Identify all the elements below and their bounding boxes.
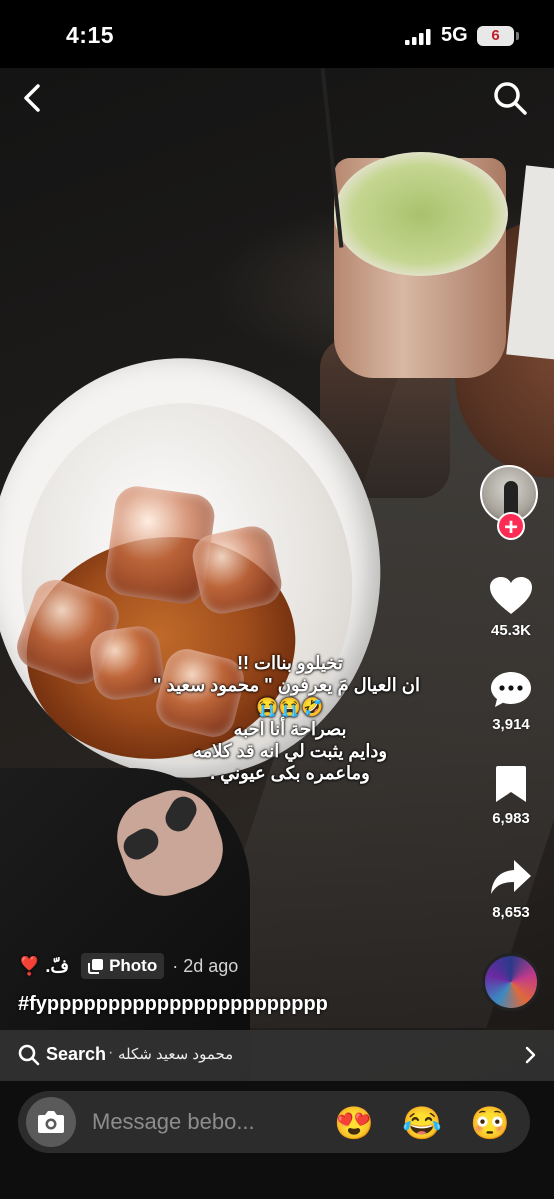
back-icon[interactable] bbox=[16, 82, 48, 114]
chevron-right-icon bbox=[525, 1046, 536, 1064]
caption-line: 🤣😭😭 bbox=[256, 697, 324, 717]
like-count: 45.3K bbox=[490, 622, 532, 639]
photo-badge: Photo bbox=[81, 953, 165, 979]
music-disc[interactable] bbox=[482, 953, 540, 1011]
caption-line: تخيلوو بناات !! bbox=[237, 653, 343, 673]
caption-line: ان العيال مَ يعرفون " محمود سعيد " bbox=[153, 675, 420, 695]
signal-icon bbox=[405, 29, 431, 45]
photo-badge-label: Photo bbox=[109, 956, 158, 975]
photo-icon bbox=[88, 959, 104, 974]
like-button[interactable]: 45.3K bbox=[476, 576, 546, 639]
status-bar: 4:15 5G 6 bbox=[0, 0, 554, 68]
hashtag-link[interactable]: #fyppppppppppppppppppppppp bbox=[18, 993, 328, 1016]
search-query: محمود سعيد شكله bbox=[118, 1046, 234, 1063]
save-button[interactable]: 6,983 bbox=[476, 764, 546, 827]
comment-count: 3,914 bbox=[492, 716, 530, 733]
author-name[interactable]: فّ. ❣️ bbox=[18, 956, 69, 977]
message-input[interactable]: Message bebo... 😍 😂 😳 bbox=[18, 1091, 530, 1153]
save-count: 6,983 bbox=[492, 810, 530, 827]
share-icon[interactable] bbox=[489, 858, 533, 898]
camera-icon bbox=[38, 1111, 64, 1133]
post-meta: فّ. ❣️ Photo · 2d ago bbox=[18, 950, 238, 982]
emoji-heart-eyes-button[interactable]: 😍 bbox=[334, 1105, 374, 1141]
caption-line: ودايم يثبت لي انه قد كلامه bbox=[192, 741, 388, 761]
search-icon bbox=[18, 1044, 40, 1066]
share-count: 8,653 bbox=[492, 904, 530, 921]
battery-icon: 6 bbox=[477, 26, 519, 46]
message-bar: Message bebo... 😍 😂 😳 bbox=[0, 1081, 554, 1199]
post-photo[interactable] bbox=[0, 68, 554, 1081]
status-time: 4:15 bbox=[66, 22, 115, 48]
emoji-flushed-button[interactable]: 😳 bbox=[470, 1105, 510, 1141]
caption-line: وماعمره بكى عيوني . bbox=[210, 763, 370, 783]
bookmark-icon[interactable] bbox=[489, 764, 533, 804]
search-label: Search bbox=[46, 1044, 107, 1064]
post-time: · 2d ago bbox=[172, 955, 239, 976]
comment-icon[interactable] bbox=[489, 670, 533, 710]
message-placeholder: Message bebo... bbox=[92, 1109, 255, 1134]
search-suggestion-bar[interactable]: Search · محمود سعيد شكله bbox=[0, 1030, 554, 1081]
follow-button[interactable]: + bbox=[497, 512, 525, 541]
heart-icon[interactable] bbox=[489, 576, 533, 616]
search-icon[interactable] bbox=[492, 80, 528, 116]
comment-button[interactable]: 3,914 bbox=[476, 670, 546, 733]
search-separator: · bbox=[108, 1044, 114, 1061]
caption-line: بصراحة أنا احبه bbox=[233, 719, 347, 739]
emoji-tears-of-joy-button[interactable]: 😂 bbox=[402, 1105, 442, 1141]
share-button[interactable]: 8,653 bbox=[476, 858, 546, 921]
post-caption: تخيلوو بناات !! ان العيال مَ يعرفون " مح… bbox=[153, 652, 420, 784]
network-type: 5G bbox=[441, 24, 468, 46]
camera-button[interactable] bbox=[26, 1097, 76, 1147]
